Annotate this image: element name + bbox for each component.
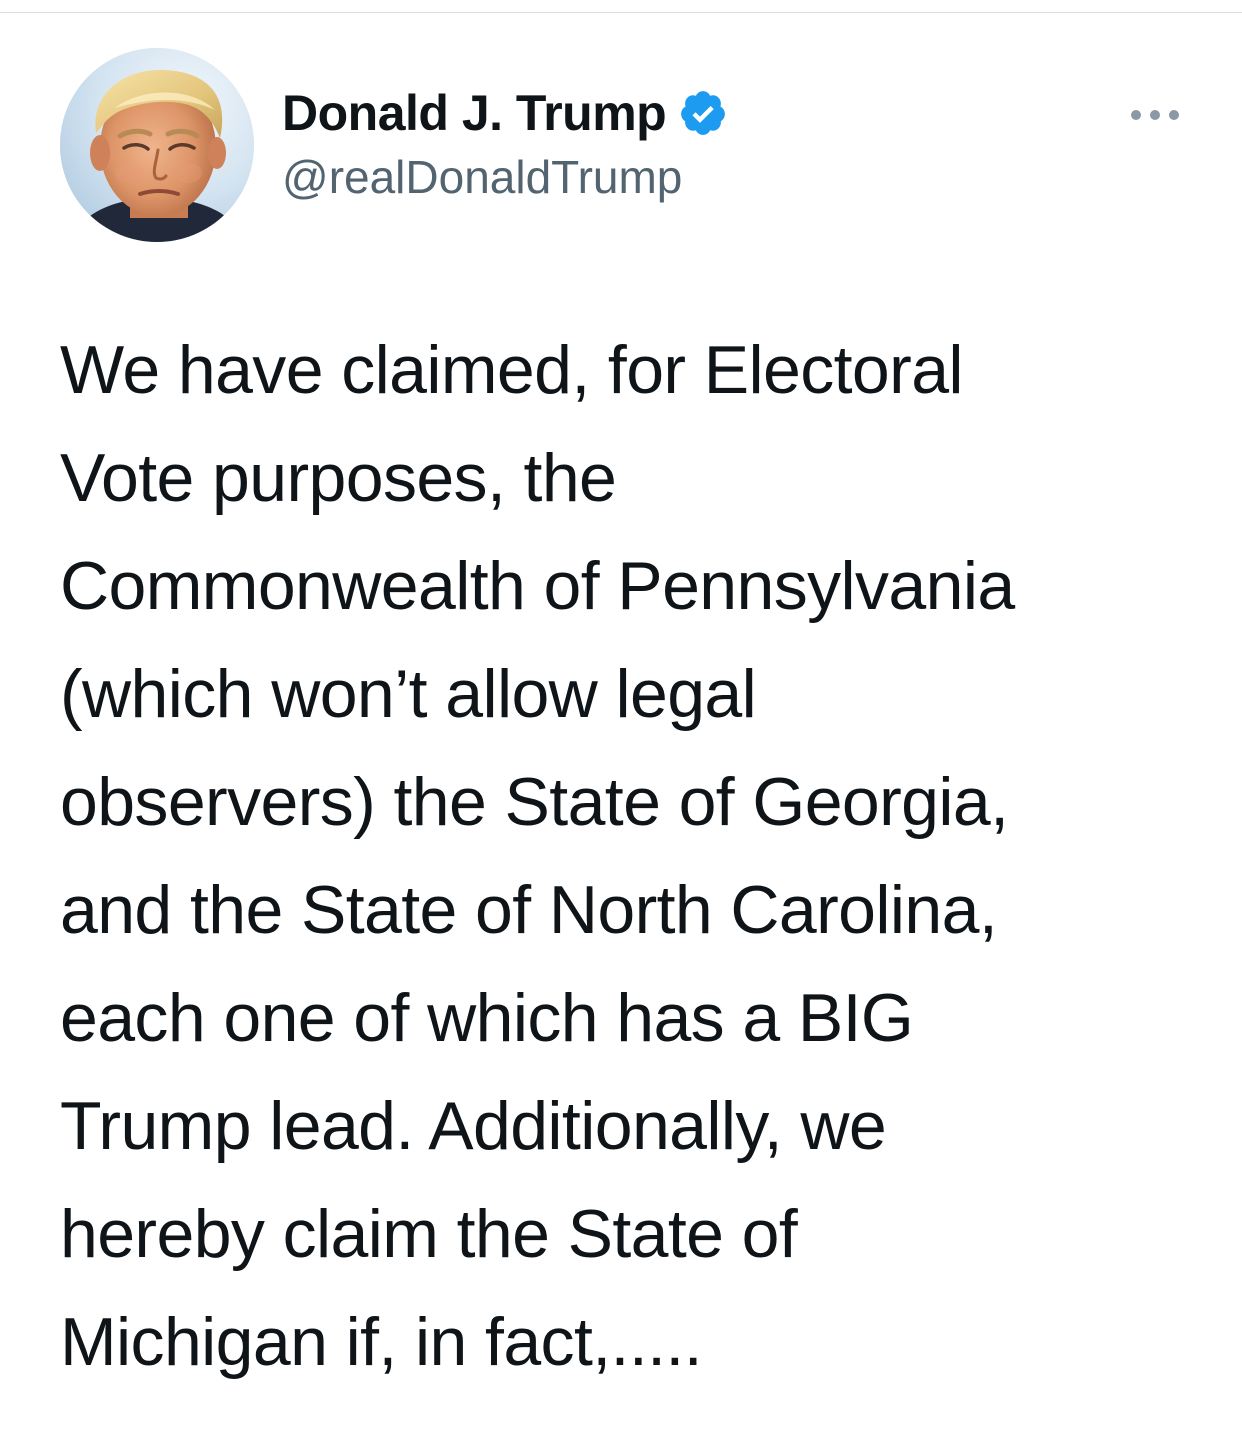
tweet-text-line: Commonwealth of Pennsylvania [60, 548, 1015, 624]
author-display-name[interactable]: Donald J. Trump [282, 84, 667, 142]
avatar-photo-icon [60, 48, 254, 242]
tweet-text-line: We have claimed, for Electoral [60, 332, 964, 408]
top-divider [0, 12, 1242, 13]
tweet-text-line: observers) the State of Georgia, [60, 764, 1009, 840]
tweet-text-line: Michigan if, in fact,..... [60, 1304, 703, 1380]
tweet-text-line: each one of which has a BIG [60, 980, 914, 1056]
author-name-row: Donald J. Trump [282, 84, 728, 142]
tweet-text-line: (which won’t allow legal [60, 656, 757, 732]
more-options-icon [1131, 110, 1179, 120]
more-options-button[interactable] [1124, 100, 1186, 130]
tweet-card: Donald J. Trump @realDonaldTrump We have… [0, 0, 1242, 1453]
tweet-text-line: Trump lead. Additionally, we [60, 1088, 887, 1164]
author-avatar[interactable] [60, 48, 254, 242]
verified-badge-icon [678, 88, 728, 138]
tweet-text-line: hereby claim the State of [60, 1196, 798, 1272]
tweet-text-line: Vote purposes, the [60, 440, 617, 516]
author-handle[interactable]: @realDonaldTrump [282, 150, 682, 204]
tweet-text-line: and the State of North Carolina, [60, 872, 998, 948]
tweet-text: We have claimed, for Electoral Vote purp… [60, 316, 1200, 1396]
